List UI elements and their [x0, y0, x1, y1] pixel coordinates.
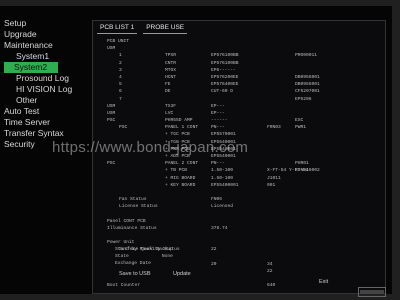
- table-row: [107, 233, 377, 240]
- menu-item-transfer-syntax[interactable]: Transfer Syntax: [4, 128, 94, 139]
- table-row: + KEY BOARD EP55400001 001: [165, 182, 276, 188]
- table-row: 2 CNTR EP576100BB: [119, 60, 239, 66]
- table-row: 5 FE EP576400EE DB0955001: [119, 82, 320, 88]
- menu-item-hi-vision-log[interactable]: HI VISION Log: [4, 84, 94, 95]
- table-row: Boot Counter 640: [107, 283, 276, 289]
- table-row: + MIG BOARD 1.50-100 J1011: [165, 175, 281, 181]
- menu-item-time-server[interactable]: Time Server: [4, 117, 94, 128]
- menu-item-system2[interactable]: System2: [4, 62, 58, 73]
- tab-pcb-list-1[interactable]: PCB LIST 1: [97, 23, 138, 34]
- content-panel: PCB LIST 1 PROBE USE PCB UNIT USM 1 TPXR E…: [92, 20, 386, 294]
- tab-probe-use[interactable]: PROBE USE: [143, 23, 188, 34]
- menu-item-maintenance[interactable]: Maintenance: [4, 40, 94, 51]
- side-menu: Setup Upgrade Maintenance System1 System…: [4, 18, 94, 150]
- brand-logo: [358, 287, 386, 297]
- menu-item-upgrade[interactable]: Upgrade: [4, 29, 94, 40]
- table-row: USM: [107, 46, 116, 52]
- menu-item-other[interactable]: Other: [4, 95, 94, 106]
- table-row: 6 DE CUT-60 D CF5207001: [119, 89, 320, 95]
- table-row: 7 EP5206: [119, 96, 312, 102]
- table-row: 4 HCNT EP576200EE DB0955001: [119, 74, 320, 80]
- table-row: + TB PCB 1.50-100 X-FT-54 Y-FT-54 SJN016002: [165, 168, 320, 174]
- menu-item-prosound-log[interactable]: Prosound Log: [4, 73, 94, 84]
- table-row: [107, 212, 377, 219]
- table-row: PSC PANEL 1 CONT PN--- FRN03 PWR1: [119, 125, 307, 131]
- exit-button[interactable]: Exit: [319, 279, 328, 285]
- table-row: Illuminance Status 378.74: [107, 225, 228, 231]
- table-row: 3 MTOX EP6------: [119, 67, 236, 73]
- tab-bar: PCB LIST 1 PROBE USE: [97, 23, 188, 34]
- table-row: 1 TPXR EP576100BB PRO00011: [119, 53, 318, 59]
- standby-section: Stand-by Power Backup State None Exchang…: [115, 247, 173, 266]
- table-row: PSC PHR55D AMP ------ EXC: [107, 118, 304, 124]
- table-row: [107, 190, 377, 197]
- menu-item-setup[interactable]: Setup: [4, 18, 94, 29]
- watermark-url: https://www.bond-japan.com: [52, 139, 249, 156]
- table-row: PSC PANEL 2 CONT PN--- PHR01: [107, 161, 309, 167]
- menu-item-system1[interactable]: System1: [4, 51, 94, 62]
- table-row: [107, 276, 377, 283]
- save-to-usb-button[interactable]: Save to USB: [119, 271, 151, 277]
- table-row: PCB UNIT: [107, 39, 130, 44]
- menu-item-auto-test[interactable]: Auto Test: [4, 106, 94, 117]
- table-row: USM TX3F EP---: [107, 103, 225, 109]
- table-row: USM LVC EP---: [107, 110, 225, 116]
- screen: Setup Upgrade Maintenance System1 System…: [0, 6, 392, 294]
- table-row: License Status Licensed: [119, 204, 234, 210]
- table-row: Panel CONT PCB: [107, 218, 146, 224]
- update-button[interactable]: Update: [173, 271, 191, 277]
